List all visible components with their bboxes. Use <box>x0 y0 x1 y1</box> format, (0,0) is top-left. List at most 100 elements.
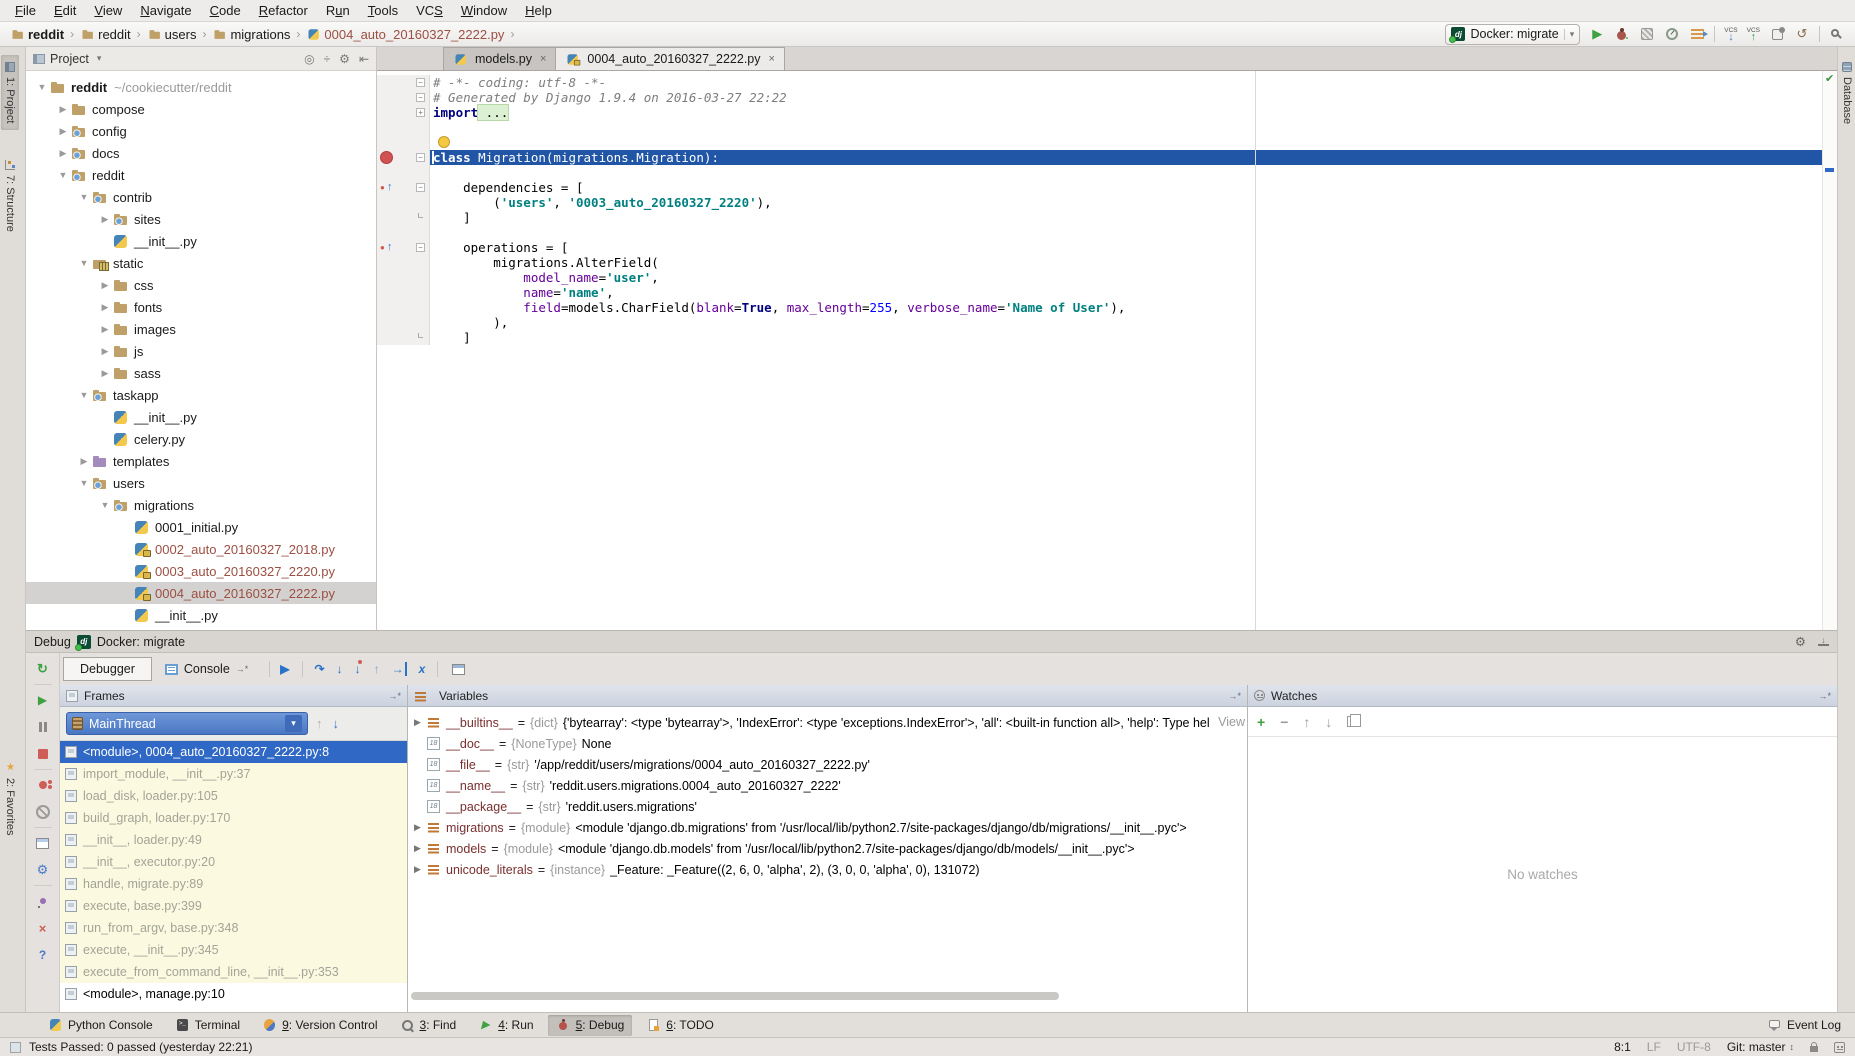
toolwindow-button[interactable]: 5: Debug <box>548 1015 633 1036</box>
tree-item[interactable]: ▼ taskapp <box>26 384 376 406</box>
tree-toggle-icon[interactable]: ▶ <box>97 280 113 291</box>
toolwindow-button[interactable]: 3: Find <box>392 1015 465 1036</box>
step-over-icon[interactable]: ↷ <box>315 662 325 676</box>
gutter-mark-icon[interactable] <box>380 151 393 164</box>
breadcrumb-item[interactable]: users› <box>147 27 213 42</box>
move-watch-down-icon[interactable]: ↓ <box>1325 714 1332 730</box>
copy-icon[interactable] <box>1347 716 1356 727</box>
caret-position-widget[interactable]: 8:1 <box>1614 1040 1631 1054</box>
view-value-link[interactable] <box>1237 733 1245 754</box>
gutter-mark-icon[interactable] <box>380 136 395 149</box>
tree-item[interactable]: 0002_auto_20160327_2018.py <box>26 538 376 560</box>
close-tab-icon[interactable]: × <box>769 53 775 65</box>
expand-icon[interactable]: ▶ <box>414 717 427 728</box>
tree-toggle-icon[interactable]: ▼ <box>55 170 71 180</box>
thread-select[interactable]: MainThread ▾ <box>66 712 308 735</box>
chevron-down-icon[interactable]: ▾ <box>285 715 302 732</box>
gutter-mark-icon[interactable] <box>380 76 395 89</box>
tree-item[interactable]: ▼ migrations <box>26 494 376 516</box>
breadcrumb-item[interactable]: migrations› <box>212 27 306 42</box>
close-tab-icon[interactable]: × <box>540 53 546 65</box>
undo-button[interactable]: ↺ <box>1794 26 1810 42</box>
sidebar-tab-favorites[interactable]: ★2: Favorites <box>1 755 19 842</box>
code-line[interactable]: field=models.CharField(blank=True, max_l… <box>377 300 1837 315</box>
status-message[interactable]: Tests Passed: 0 passed (yesterday 22:21) <box>29 1040 252 1054</box>
fold-marker-icon[interactable] <box>416 183 425 192</box>
gutter-mark-icon[interactable] <box>380 211 395 224</box>
menu-item[interactable]: Window <box>452 3 516 18</box>
tree-item[interactable]: celery.py <box>26 428 376 450</box>
search-everywhere-button[interactable] <box>1829 26 1845 42</box>
menu-item[interactable]: Tools <box>359 3 407 18</box>
tree-item[interactable]: __init__.py <box>26 604 376 626</box>
pause-button[interactable] <box>35 719 51 735</box>
fold-marker-icon[interactable] <box>416 318 425 327</box>
tree-toggle-icon[interactable]: ▶ <box>97 368 113 379</box>
lock-icon[interactable] <box>1810 1046 1818 1052</box>
gutter-mark-icon[interactable] <box>380 241 395 254</box>
frame-row[interactable]: <module>, 0004_auto_20160327_2222.py:8 <box>60 741 407 763</box>
editor-gutter[interactable] <box>377 270 430 285</box>
tree-item[interactable]: ▶ compose <box>26 98 376 120</box>
tree-item[interactable]: ▼ reddit <box>26 164 376 186</box>
toolwindow-button[interactable]: 6: TODO <box>638 1015 722 1036</box>
variable-row[interactable]: ▶ __builtins__ = {dict} {'bytearray': <t… <box>408 712 1247 733</box>
editor-gutter[interactable] <box>377 135 430 150</box>
remove-watch-icon[interactable]: − <box>1280 714 1288 730</box>
fold-marker-icon[interactable] <box>416 198 425 207</box>
frame-row[interactable]: __init__, executor.py:20 <box>60 851 407 873</box>
hide-toolwindow-icon[interactable]: ↓ <box>1818 637 1829 646</box>
fold-marker-icon[interactable] <box>416 168 425 177</box>
event-log-button[interactable]: Event Log <box>1768 1018 1841 1032</box>
vcs-update-button[interactable]: VCS↓ <box>1724 28 1737 40</box>
run-configuration-select[interactable]: dj Docker: migrate ▾ <box>1445 24 1580 45</box>
variable-row[interactable]: 18 __file__ = {str} '/app/reddit/users/m… <box>408 754 1247 775</box>
tree-item[interactable]: ▼ contrib <box>26 186 376 208</box>
tree-item[interactable]: ▶ js <box>26 340 376 362</box>
toolwindow-button[interactable]: Python Console <box>40 1015 161 1036</box>
tree-item[interactable]: ▶ sass <box>26 362 376 384</box>
gutter-mark-icon[interactable] <box>380 196 395 209</box>
tree-item[interactable]: ▶ css <box>26 274 376 296</box>
step-into-icon[interactable]: ↓ <box>337 662 343 676</box>
gutter-mark-icon[interactable] <box>380 301 395 314</box>
tree-toggle-icon[interactable]: ▶ <box>55 148 71 159</box>
code-line[interactable]: name='name', <box>377 285 1837 300</box>
gutter-mark-icon[interactable] <box>380 286 395 299</box>
fold-marker-icon[interactable] <box>418 213 423 218</box>
current-line-stripe-mark[interactable] <box>1825 168 1834 172</box>
menu-item[interactable]: Navigate <box>131 3 200 18</box>
gutter-mark-icon[interactable] <box>380 331 395 344</box>
line-separator-widget[interactable]: LF <box>1647 1040 1661 1054</box>
mute-breakpoints-button[interactable] <box>35 804 51 820</box>
quick-evaluate-icon[interactable]: x <box>419 662 426 676</box>
gutter-mark-icon[interactable] <box>380 166 395 179</box>
menu-item[interactable]: File <box>6 3 45 18</box>
code-line[interactable]: migrations.AlterField( <box>377 255 1837 270</box>
tree-item[interactable]: ▼ static <box>26 252 376 274</box>
frame-row[interactable]: import_module, __init__.py:37 <box>60 763 407 785</box>
rerun-button[interactable]: ↻ <box>35 661 51 677</box>
move-watch-up-icon[interactable]: ↑ <box>1303 714 1310 730</box>
add-watch-icon[interactable]: + <box>1257 714 1265 730</box>
expand-icon[interactable]: ▶ <box>414 864 427 875</box>
menu-item[interactable]: Edit <box>45 3 85 18</box>
variable-row[interactable]: ▶ migrations = {module} <module 'django.… <box>408 817 1247 838</box>
coverage-button[interactable] <box>1639 26 1655 42</box>
panel-options-icon[interactable]: →* <box>388 691 401 701</box>
tree-item[interactable]: ▼ users <box>26 472 376 494</box>
tree-item[interactable]: ▶ config <box>26 120 376 142</box>
fold-marker-icon[interactable] <box>416 258 425 267</box>
variable-row[interactable]: ▶ unicode_literals = {instance} _Feature… <box>408 859 1247 880</box>
tree-toggle-icon[interactable]: ▼ <box>76 478 92 488</box>
gutter-mark-icon[interactable] <box>380 91 395 104</box>
code-line[interactable]: ), <box>377 315 1837 330</box>
vcs-commit-button[interactable]: VCS↑ <box>1747 28 1760 40</box>
hide-panel-icon[interactable]: ⇤ <box>359 52 369 66</box>
tree-toggle-icon[interactable]: ▶ <box>97 302 113 313</box>
editor-gutter[interactable] <box>377 120 430 135</box>
editor-gutter[interactable] <box>377 210 430 225</box>
fold-marker-icon[interactable] <box>416 138 425 147</box>
view-value-link[interactable] <box>1237 859 1245 880</box>
run-to-cursor-icon[interactable]: → <box>392 662 407 676</box>
